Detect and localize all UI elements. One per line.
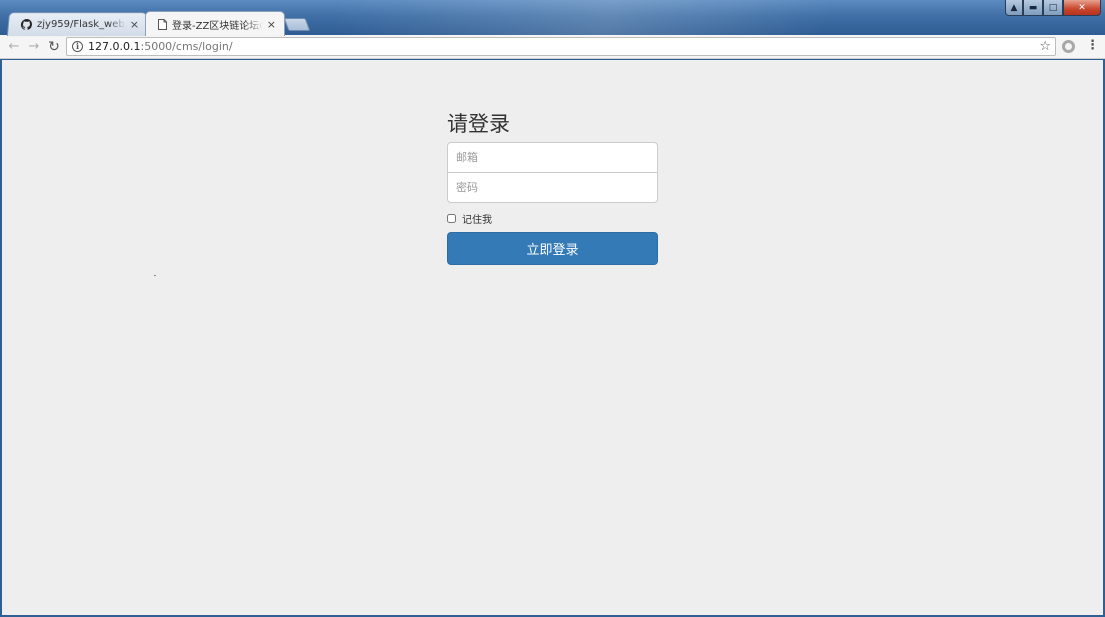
tab-login[interactable]: 登录-ZZ区块链论坛CMS ×	[145, 11, 285, 36]
close-icon[interactable]: ×	[129, 18, 139, 31]
remember-label: 记住我	[462, 214, 492, 226]
page-content: 请登录 记住我 立即登录	[2, 60, 1103, 615]
minimize-button[interactable]: ▬	[1023, 0, 1043, 16]
window-controls: ▲ ▬ □ ✕	[1005, 0, 1101, 16]
login-form: 请登录 记住我 立即登录	[447, 108, 658, 265]
bookmark-star-icon[interactable]: ☆	[1039, 39, 1051, 54]
page-icon	[158, 18, 167, 30]
login-button[interactable]: 立即登录	[447, 232, 658, 265]
menu-icon[interactable]: ⋮	[1086, 38, 1099, 53]
password-field[interactable]	[447, 172, 658, 203]
url-path: :5000/cms/login/	[140, 40, 233, 53]
page-title: 请登录	[447, 112, 510, 136]
close-window-button[interactable]: ✕	[1063, 0, 1101, 16]
email-field[interactable]	[447, 142, 658, 173]
maximize-button[interactable]: □	[1043, 0, 1063, 16]
reload-button[interactable]: ↻	[44, 37, 64, 57]
remember-checkbox[interactable]	[447, 213, 456, 223]
new-tab-button[interactable]	[283, 18, 311, 31]
tab-github[interactable]: zjy959/Flask_web_dem ×	[6, 12, 150, 37]
info-icon[interactable]: i	[72, 41, 83, 52]
tab-title: 登录-ZZ区块链论坛CMS	[172, 20, 263, 32]
extension-icon[interactable]	[1062, 40, 1075, 53]
address-bar[interactable]: i 127.0.0.1 :5000/cms/login/ ☆	[66, 37, 1056, 56]
forward-button[interactable]: →	[24, 37, 44, 57]
back-button[interactable]: ←	[4, 37, 24, 57]
stray-dot	[154, 275, 156, 276]
remember-me[interactable]: 记住我	[447, 211, 658, 226]
github-icon	[20, 19, 32, 30]
browser-toolbar: ← → ↻ i 127.0.0.1 :5000/cms/login/ ☆ ⋮	[0, 35, 1105, 59]
restore-icon[interactable]: ▲	[1005, 0, 1023, 16]
url-host: 127.0.0.1	[88, 40, 141, 53]
close-icon[interactable]: ×	[267, 18, 276, 31]
tab-title: zjy959/Flask_web_dem	[36, 19, 127, 31]
